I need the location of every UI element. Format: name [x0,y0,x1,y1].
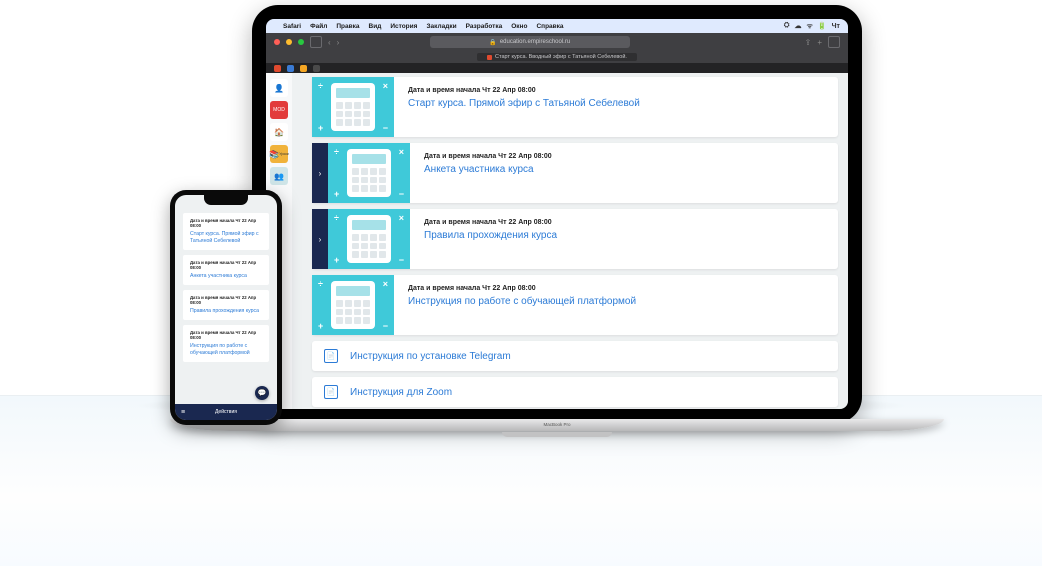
sidebar-avatar[interactable]: 👤 [270,79,288,97]
favorite-icon[interactable] [274,65,281,72]
lesson-meta: Дата и время начала Чт 22 Апр 08:00 [408,285,824,292]
resource-link[interactable]: 📄 Инструкция для Zoom [312,377,838,407]
menu-file[interactable]: Файл [310,23,327,30]
lesson-card[interactable]: Дата и время начала Чт 22 Апр 08:00 Прав… [183,290,269,320]
lesson-card[interactable]: ÷×+− Дата и время начала Чт 22 Апр 08:00… [312,77,838,137]
lesson-thumbnail: ÷×+− [328,209,410,269]
laptop-label: MacBook Pro [543,422,570,427]
lesson-card[interactable]: ÷×+− Дата и время начала Чт 22 Апр 08:00… [312,275,838,335]
menu-help[interactable]: Справка [536,23,563,30]
new-tab-icon[interactable]: + [817,38,822,47]
favorite-icon[interactable] [313,65,320,72]
menu-edit[interactable]: Правка [336,23,359,30]
favorite-icon[interactable] [300,65,307,72]
browser-tab[interactable]: Старт курса. Вводный эфир с Татьяной Себ… [477,53,637,61]
phone-notch [204,195,248,205]
menu-app[interactable]: Safari [283,23,301,30]
lesson-title: Анкета участника курса [424,164,824,175]
lesson-card[interactable]: › ÷×+− Дата и время начала Чт 22 Апр 08:… [312,143,838,203]
lesson-card[interactable]: Дата и время начала Чт 22 Апр 08:00 Инст… [183,325,269,362]
lesson-title: Правила прохождения курса [190,308,262,315]
favicon-icon [487,55,492,60]
menu-history[interactable]: История [390,23,417,30]
address-bar[interactable]: 🔒 education.empireschool.ru [430,36,630,48]
phone-bottom-bar: ≡ Действия [175,404,277,420]
phone-content[interactable]: Дата и время начала Чт 22 Апр 08:00 Стар… [175,195,277,404]
favorite-icon[interactable] [287,65,294,72]
lock-icon: 🔒 [489,39,496,46]
lesson-title: Правила прохождения курса [424,230,824,241]
tab-title: Старт курса. Вводный эфир с Татьяной Себ… [495,54,627,60]
lesson-meta: Дата и время начала Чт 22 Апр 08:00 [408,87,824,94]
resource-title: Инструкция для Zoom [350,387,452,398]
status-icon: ᯤ [807,22,813,31]
lesson-meta: Дата и время начала Чт 22 Апр 08:00 [424,219,824,226]
status-icon: ☁ [795,22,802,30]
window-minimize-icon[interactable] [286,39,292,45]
document-icon: 📄 [324,349,338,363]
expand-chevron-icon[interactable]: › [312,143,328,203]
lesson-title: Старт курса. Прямой эфир с Татьяной Себе… [190,231,262,245]
bottom-bar-label[interactable]: Действия [215,409,237,415]
menu-bookmarks[interactable]: Закладки [426,23,456,30]
safari-toolbar: ‹ › 🔒 education.empireschool.ru ⇪ + Стар… [266,33,848,63]
back-icon[interactable]: ‹ [328,38,331,47]
window-zoom-icon[interactable] [298,39,304,45]
sidebar-module[interactable]: MOD [270,101,288,119]
sidebar-toggle-icon[interactable] [310,36,322,48]
lesson-meta: Дата и время начала Чт 22 Апр 08:00 [190,295,262,305]
status-icon: ⛭ [784,22,790,30]
resource-link[interactable]: 📄 Инструкция по установке Telegram [312,341,838,371]
forward-icon[interactable]: › [337,38,340,47]
sidebar-lessons[interactable]: 📚Уроки [270,145,288,163]
lesson-thumbnail: ÷×+− [312,77,394,137]
lesson-meta: Дата и время начала Чт 22 Апр 08:00 [190,260,262,270]
chat-fab-icon[interactable]: 💬 [255,386,269,400]
lesson-meta: Дата и время начала Чт 22 Апр 08:00 [190,218,262,228]
resource-title: Инструкция по установке Telegram [350,351,511,362]
lesson-meta: Дата и время начала Чт 22 Апр 08:00 [424,153,824,160]
lesson-title: Инструкция по работе с обучающей платфор… [190,343,262,357]
lesson-title: Старт курса. Прямой эфир с Татьяной Себе… [408,98,824,109]
macos-menubar: Safari Файл Правка Вид История Закладки … [266,19,848,33]
phone-mockup: Дата и время начала Чт 22 Апр 08:00 Стар… [170,190,282,425]
tabs-overview-icon[interactable] [828,36,840,48]
lesson-meta: Дата и время начала Чт 22 Апр 08:00 [190,330,262,340]
lesson-title: Анкета участника курса [190,273,262,280]
url-text: education.empireschool.ru [500,39,570,45]
window-close-icon[interactable] [274,39,280,45]
lesson-thumbnail: ÷×+− [328,143,410,203]
expand-chevron-icon[interactable]: › [312,209,328,269]
status-time: Чт [832,23,840,30]
menu-develop[interactable]: Разработка [466,23,503,30]
lesson-card[interactable]: Дата и время начала Чт 22 Апр 08:00 Анке… [183,255,269,285]
hamburger-icon[interactable]: ≡ [181,409,185,416]
menu-window[interactable]: Окно [511,23,527,30]
menu-view[interactable]: Вид [369,23,382,30]
document-icon: 📄 [324,385,338,399]
sidebar-students[interactable]: 👥 [270,167,288,185]
laptop-mockup: Safari Файл Правка Вид История Закладки … [252,5,862,423]
share-icon[interactable]: ⇪ [805,38,812,47]
lesson-card[interactable]: Дата и время начала Чт 22 Апр 08:00 Стар… [183,213,269,250]
lesson-card[interactable]: › ÷×+− Дата и время начала Чт 22 Апр 08:… [312,209,838,269]
page-content: 👤 MOD 🏠 📚Уроки 👥 ÷×+− Дата и время [266,73,848,409]
status-icon: 🔋 [818,22,827,30]
lesson-thumbnail: ÷×+− [312,275,394,335]
lesson-title: Инструкция по работе с обучающей платфор… [408,296,824,307]
sidebar-home[interactable]: 🏠 [270,123,288,141]
favorites-bar [266,63,848,73]
